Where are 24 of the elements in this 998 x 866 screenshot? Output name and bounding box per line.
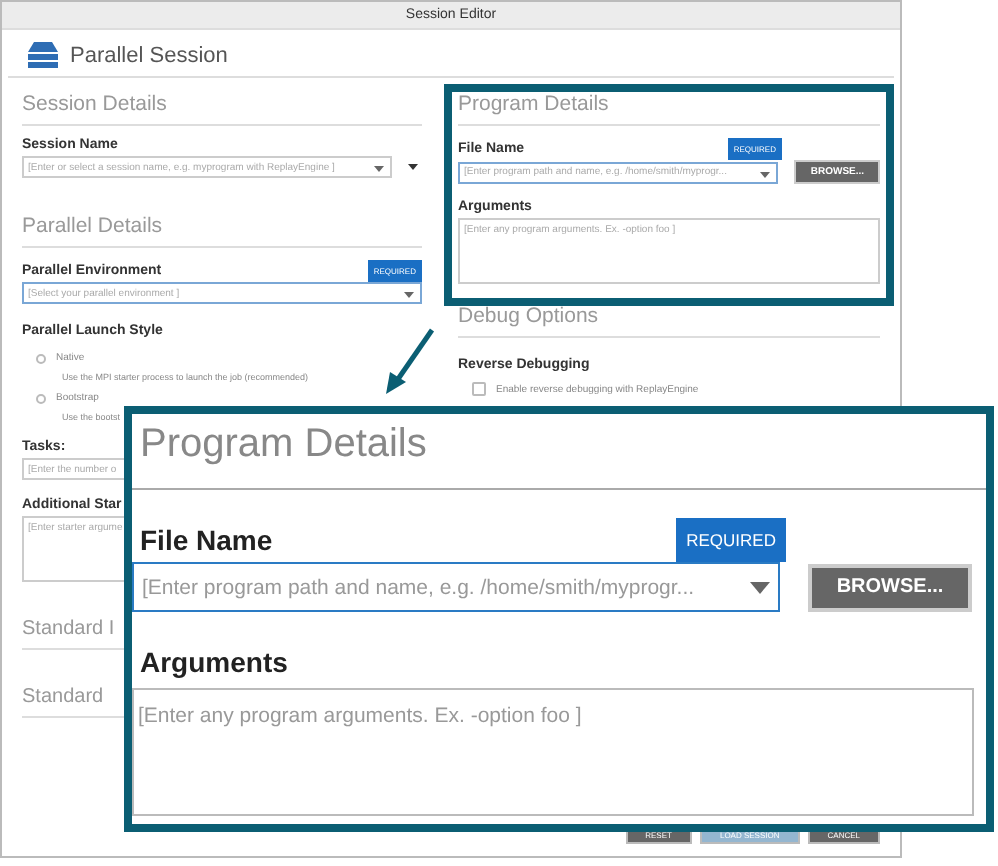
section-heading: Session Details — [22, 92, 422, 126]
arguments-field[interactable]: [Enter any program arguments. Ex. -option foo ] — [132, 688, 974, 816]
placeholder-text: [Enter any program arguments. Ex. -option foo ] — [138, 704, 582, 728]
caret-icon — [750, 582, 770, 594]
caret-icon — [760, 171, 771, 177]
section-heading: Program Details — [140, 422, 429, 468]
placeholder-text: [Enter program path and name, e.g. /home/smith/myprogr... — [142, 575, 695, 599]
caret-icon — [374, 166, 384, 172]
field-label: Arguments — [140, 646, 290, 678]
callout-arrow — [380, 326, 440, 398]
section-heading: Parallel Details — [22, 214, 422, 248]
section-heading: Program Details — [458, 92, 880, 126]
radio-button[interactable] — [36, 393, 46, 403]
file-name-combo[interactable]: [Enter program path and name, e.g. /home/smith/myprogr... — [132, 562, 780, 612]
browse-button[interactable]: BROWSE... — [808, 563, 972, 611]
section-heading: Debug Options — [458, 304, 880, 338]
field-label: File Name — [140, 524, 273, 556]
session-title: Parallel Session — [70, 43, 228, 67]
caret-icon — [404, 292, 414, 298]
caret-icon[interactable] — [408, 164, 418, 170]
radio-button[interactable] — [36, 353, 46, 363]
required-badge: REQUIRED — [676, 518, 786, 562]
server-icon — [28, 42, 58, 68]
checkbox[interactable] — [472, 382, 486, 396]
